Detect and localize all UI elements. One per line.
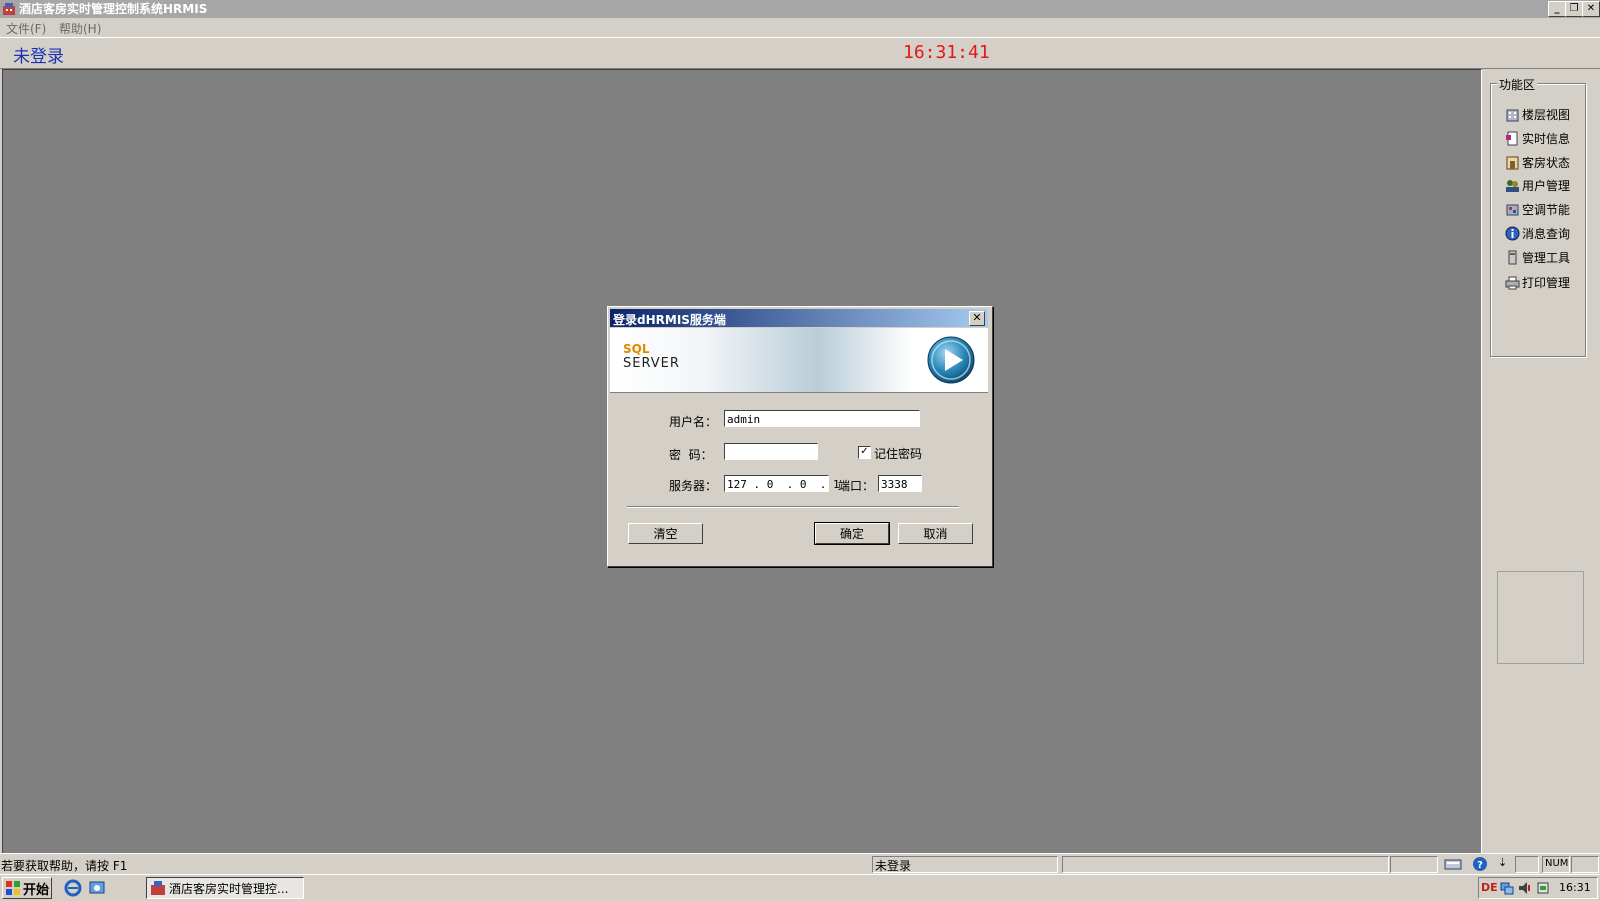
app-icon: [3, 3, 15, 15]
menu-file[interactable]: 文件(F): [6, 20, 46, 37]
tray-clock: 16:31: [1559, 881, 1591, 894]
func-realtime-info[interactable]: 实时信息: [1505, 129, 1570, 147]
port-input[interactable]: 3338: [878, 475, 922, 492]
clock-text: 16:31:41: [903, 42, 990, 63]
help-icon[interactable]: ?: [1472, 856, 1488, 872]
close-button[interactable]: ✕: [1582, 1, 1600, 17]
play-icon: [927, 336, 975, 384]
window-title: 酒店客房实时管理控制系统HRMIS: [19, 2, 208, 16]
remember-password-label[interactable]: 记住密码: [874, 445, 922, 462]
username-input[interactable]: admin: [724, 410, 920, 427]
remember-password-checkbox[interactable]: ✓: [858, 446, 871, 459]
func-label: 客房状态: [1522, 155, 1571, 170]
sql-server-banner: SQL SERVER: [610, 328, 988, 393]
server-label: 服务器：: [669, 479, 718, 493]
func-label: 实时信息: [1522, 131, 1571, 146]
banner-server-text: SERVER: [623, 356, 680, 371]
func-user-management[interactable]: 用户管理: [1505, 176, 1570, 194]
help-hint-text: 若要获取帮助，请按 F1: [1, 859, 128, 873]
aircon-icon: [1506, 204, 1519, 215]
func-label: 空调节能: [1522, 202, 1571, 217]
password-label: 密 码：: [669, 448, 713, 462]
taskbar: 开始 酒店客房实时管理控... DE 16:31: [0, 874, 1600, 901]
preview-box: [1497, 571, 1584, 664]
func-label: 管理工具: [1522, 250, 1571, 265]
func-print-management[interactable]: 打印管理: [1505, 273, 1570, 291]
ie-icon[interactable]: [64, 879, 82, 897]
system-tray: DE 16:31: [1478, 877, 1598, 899]
status-panel-3: [1390, 856, 1438, 873]
top-status-bar: 未登录 16:31:41: [0, 37, 1600, 69]
status-panel-5: [1571, 856, 1599, 873]
status-login-text: 未登录: [875, 859, 912, 873]
func-label: 打印管理: [1522, 275, 1571, 290]
function-group-title: 功能区: [1497, 76, 1538, 93]
app-icon: [151, 881, 165, 895]
dialog-separator: [627, 506, 959, 508]
password-input[interactable]: [724, 443, 818, 460]
login-state-text: 未登录: [13, 47, 64, 67]
document-icon: [1506, 131, 1518, 145]
port-label: 端口：: [838, 479, 875, 493]
network-icon[interactable]: [1499, 880, 1515, 896]
desktop-icon[interactable]: [88, 879, 106, 897]
server-ip-input[interactable]: 127 . 0 . 0 . 1: [724, 475, 840, 492]
clear-button[interactable]: 清空: [628, 523, 703, 544]
building-icon: [1506, 109, 1519, 121]
func-message-query[interactable]: 消息查询: [1505, 224, 1570, 242]
language-indicator-icon[interactable]: DE: [1481, 881, 1498, 894]
info-icon: [1505, 226, 1520, 240]
volume-icon[interactable]: [1517, 880, 1533, 896]
menu-help[interactable]: 帮助(H): [59, 20, 101, 37]
arrow-down-icon[interactable]: ⇣: [1498, 856, 1507, 869]
num-lock-indicator: NUM: [1545, 858, 1569, 869]
status-panel-4: [1515, 856, 1539, 873]
restore-button[interactable]: ❐: [1565, 1, 1583, 17]
func-label: 楼层视图: [1522, 107, 1571, 122]
banner-sql-text: SQL: [623, 342, 650, 356]
taskbar-window-label: 酒店客房实时管理控...: [169, 881, 289, 896]
room-icon: [1506, 156, 1519, 169]
taskbar-window-button[interactable]: 酒店客房实时管理控...: [146, 877, 304, 899]
bottom-status-bar: 若要获取帮助，请按 F1 未登录 ? ⇣ NUM: [0, 853, 1600, 874]
printer-icon: [1505, 276, 1520, 289]
func-floor-view[interactable]: 楼层视图: [1505, 105, 1570, 123]
cancel-button[interactable]: 取消: [898, 523, 973, 544]
menu-bar: 文件(F) 帮助(H): [0, 18, 1600, 37]
tool-icon: [1508, 250, 1517, 264]
func-label: 用户管理: [1522, 178, 1571, 193]
func-management-tools[interactable]: 管理工具: [1505, 248, 1570, 266]
window-title-bar[interactable]: 酒店客房实时管理控制系统HRMIS _ ❐ ✕: [0, 0, 1600, 18]
power-icon[interactable]: [1535, 880, 1551, 896]
func-room-status[interactable]: 客房状态: [1505, 153, 1570, 171]
dialog-title: 登录dHRMIS服务端: [613, 313, 726, 327]
username-label: 用户名：: [669, 415, 718, 429]
status-panel-login: 未登录: [872, 856, 1058, 873]
start-label: 开始: [23, 882, 50, 898]
status-panel-2: [1062, 856, 1389, 873]
func-aircon-saving[interactable]: 空调节能: [1505, 200, 1570, 218]
func-label: 消息查询: [1522, 226, 1571, 241]
login-dialog: 登录dHRMIS服务端 ✕ SQL SERVER 用户名： admin 密 码：…: [607, 306, 993, 567]
status-panel-num: NUM: [1542, 856, 1570, 873]
minimize-button[interactable]: _: [1548, 1, 1566, 17]
keyboard-icon[interactable]: [1444, 856, 1462, 872]
start-button[interactable]: 开始: [2, 877, 52, 899]
function-group: 功能区 楼层视图 实时信息 客房状态 用户管理 空调节能 消息查询 管理工具 打…: [1490, 76, 1586, 357]
windows-logo-icon: [6, 881, 20, 895]
users-icon: [1506, 179, 1519, 192]
ok-button[interactable]: 确定: [814, 522, 890, 545]
dialog-title-bar[interactable]: 登录dHRMIS服务端 ✕: [610, 309, 988, 327]
dialog-close-button[interactable]: ✕: [969, 311, 985, 326]
svg-text:?: ?: [1477, 860, 1483, 871]
right-panel: 功能区 楼层视图 实时信息 客房状态 用户管理 空调节能 消息查询 管理工具 打…: [1484, 69, 1600, 852]
